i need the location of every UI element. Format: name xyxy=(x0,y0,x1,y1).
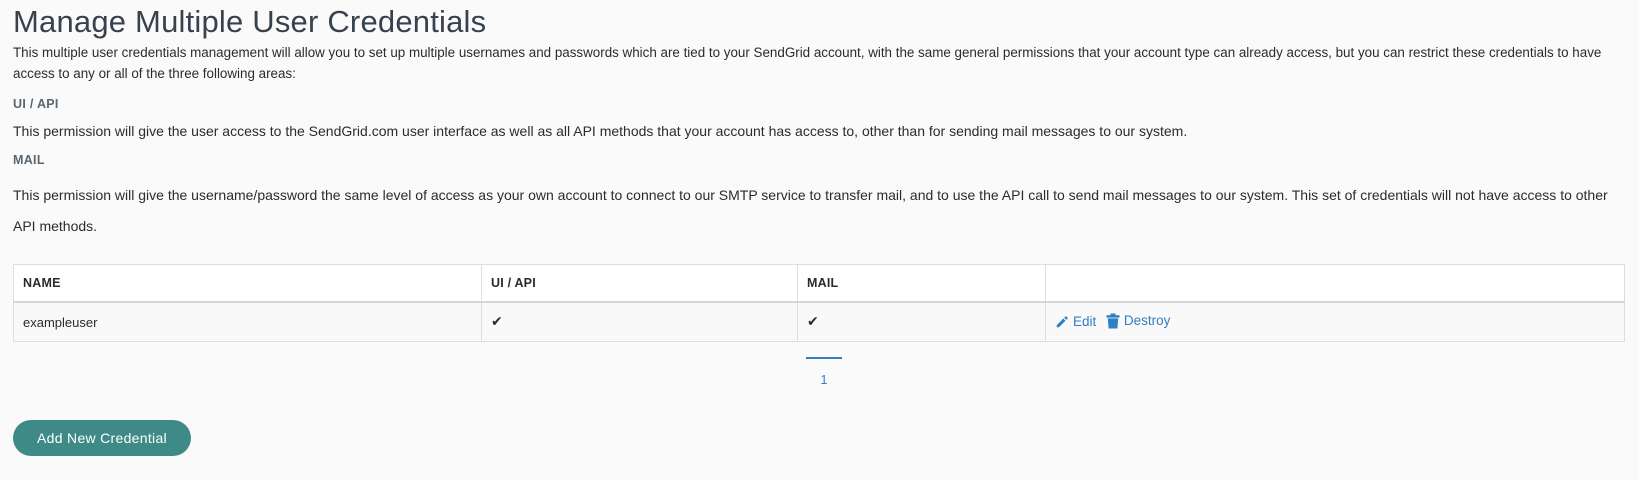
add-new-credential-button[interactable]: Add New Credential xyxy=(13,420,191,456)
page-title: Manage Multiple User Credentials xyxy=(13,4,487,39)
destroy-link[interactable]: Destroy xyxy=(1106,313,1171,329)
ui-api-permission-cell: ✔ xyxy=(481,301,798,342)
column-header-name: NAME xyxy=(13,264,482,303)
permission-title-ui-api: UI / API xyxy=(13,97,59,111)
actions-cell: Edit Destroy xyxy=(1045,301,1625,342)
intro-text: This multiple user credentials managemen… xyxy=(13,45,1602,81)
permission-desc-ui-api: This permission will give the user acces… xyxy=(13,123,1188,139)
mail-permission-cell: ✔ xyxy=(797,301,1046,342)
permission-title-mail: MAIL xyxy=(13,153,45,167)
pagination: 1 xyxy=(806,357,842,387)
checkmark-icon: ✔ xyxy=(807,312,819,329)
active-page-indicator xyxy=(806,357,842,359)
credential-name: exampleuser xyxy=(13,301,482,342)
trash-icon xyxy=(1106,313,1120,328)
table-header-row: NAME UI / API MAIL xyxy=(13,264,1625,303)
credentials-table: NAME UI / API MAIL exampleuser ✔ ✔ Edit … xyxy=(13,264,1625,342)
column-header-mail: MAIL xyxy=(797,264,1046,303)
destroy-label: Destroy xyxy=(1123,313,1171,328)
page-link-1[interactable]: 1 xyxy=(806,373,842,387)
permission-desc-mail: This permission will give the username/p… xyxy=(13,187,1608,234)
column-header-actions xyxy=(1045,264,1625,303)
checkmark-icon: ✔ xyxy=(491,312,503,329)
table-row: exampleuser ✔ ✔ Edit Destroy xyxy=(13,301,1625,342)
edit-label: Edit xyxy=(1073,314,1097,329)
column-header-ui-api: UI / API xyxy=(481,264,798,303)
edit-link[interactable]: Edit xyxy=(1055,314,1096,329)
pencil-icon xyxy=(1056,315,1068,327)
